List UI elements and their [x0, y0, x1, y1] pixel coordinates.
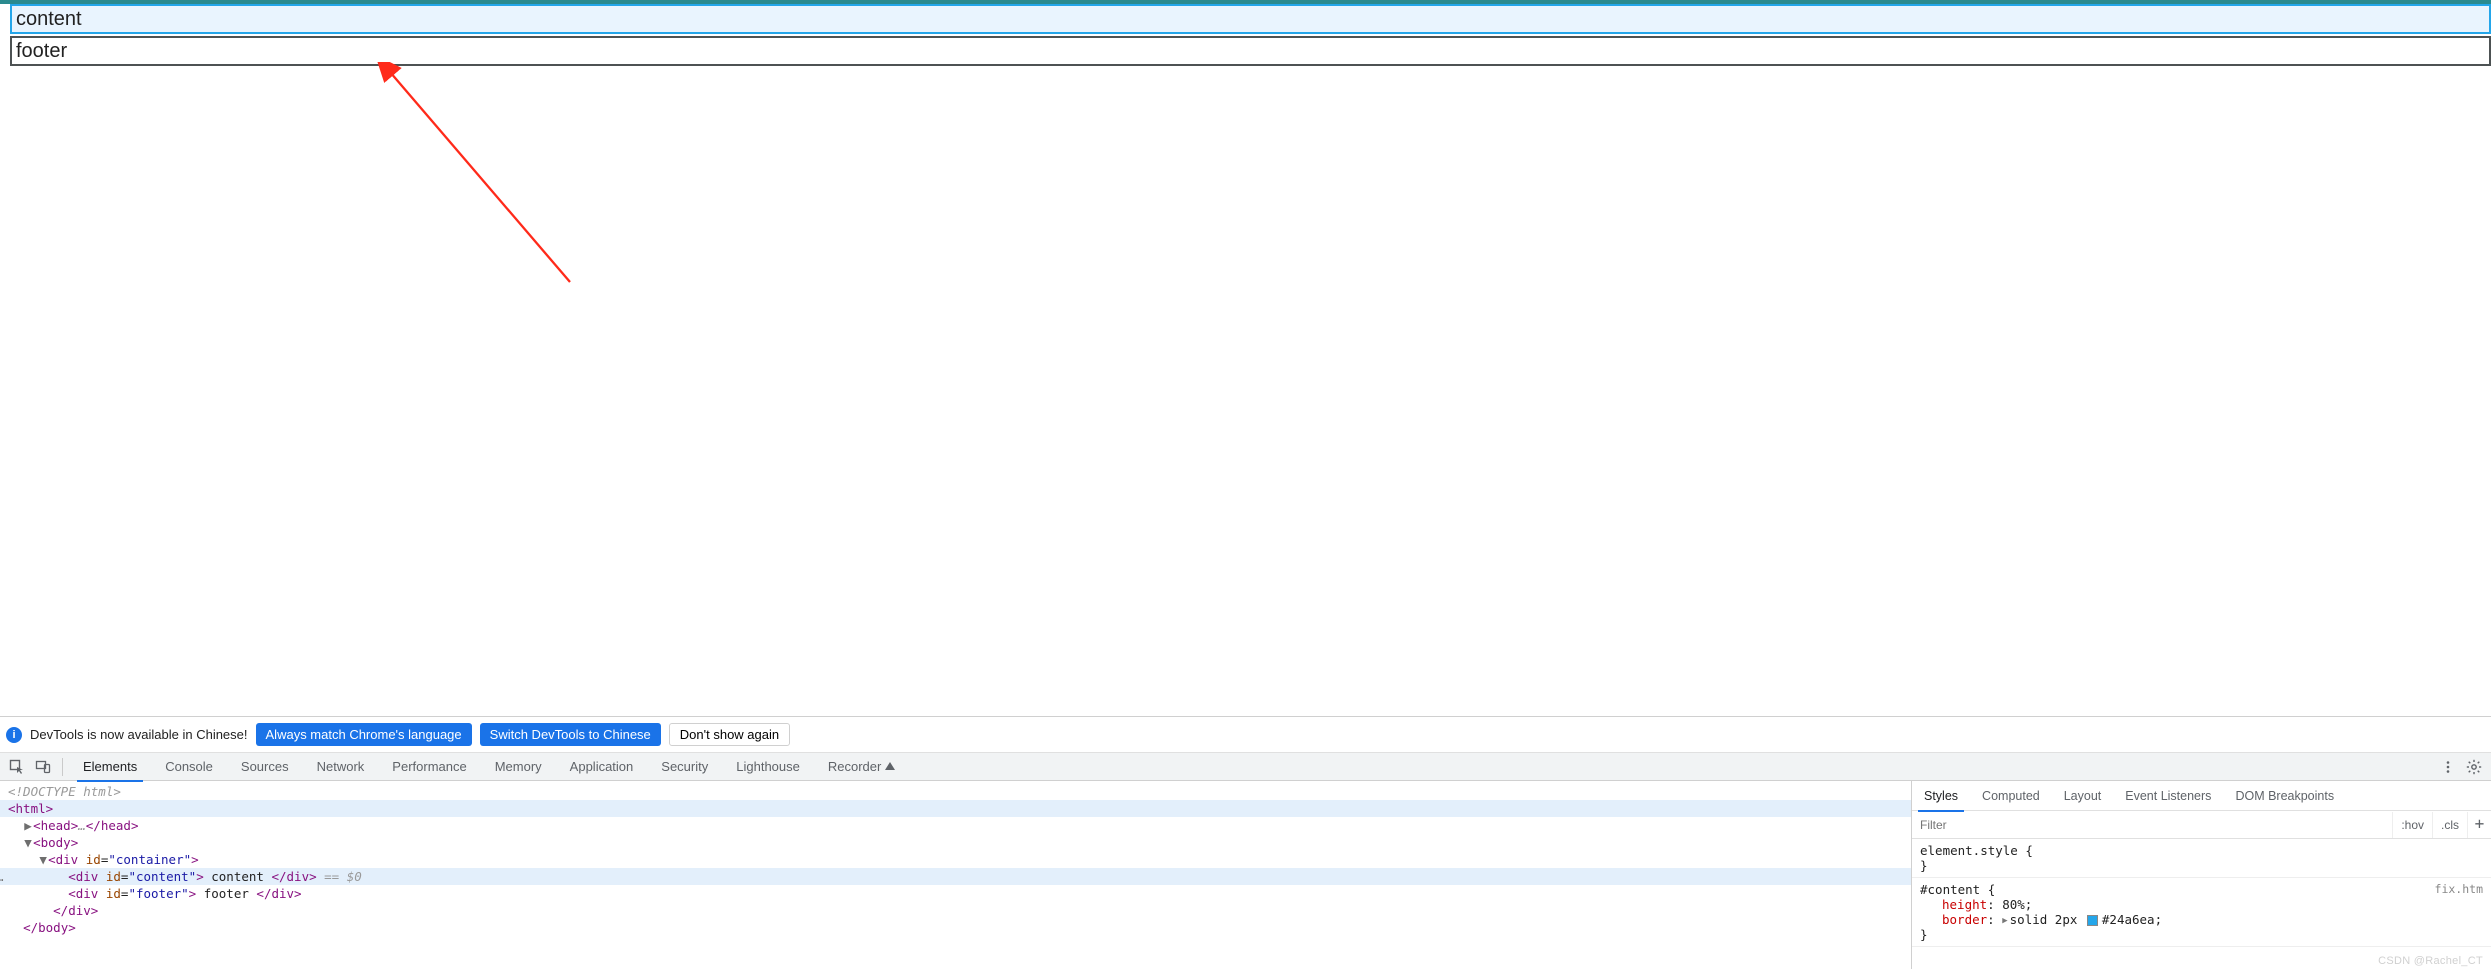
hov-toggle[interactable]: :hov	[2392, 812, 2432, 838]
styles-side-tabs: Styles Computed Layout Event Listeners D…	[1912, 781, 2491, 811]
element-style-rule[interactable]: element.style { }	[1912, 839, 2491, 878]
styles-filter-input[interactable]	[1912, 812, 2392, 838]
tab-application[interactable]: Application	[556, 753, 648, 781]
side-tab-dom-breakpoints[interactable]: DOM Breakpoints	[2223, 781, 2346, 811]
device-toggle-icon[interactable]	[34, 758, 52, 776]
side-tab-computed[interactable]: Computed	[1970, 781, 2052, 811]
side-tab-styles[interactable]: Styles	[1912, 781, 1970, 811]
side-tab-layout[interactable]: Layout	[2052, 781, 2114, 811]
tab-recorder[interactable]: Recorder	[814, 753, 909, 781]
dom-doctype[interactable]: <!DOCTYPE html>	[0, 783, 1911, 800]
dom-body-open[interactable]: ▼<body>	[0, 834, 1911, 851]
devtools-panel: i DevTools is now available in Chinese! …	[0, 716, 2491, 969]
expand-shorthand-icon[interactable]: ▶	[2002, 916, 2007, 926]
more-tools-icon[interactable]	[2435, 754, 2461, 780]
footer-box[interactable]: footer	[10, 36, 2491, 66]
dom-body-close[interactable]: </body>	[0, 919, 1911, 936]
toolbar-separator	[62, 758, 63, 776]
content-css-rule[interactable]: fix.htm #content { height: 80%; border: …	[1912, 878, 2491, 947]
new-style-rule-button[interactable]: +	[2467, 812, 2491, 838]
dom-tree[interactable]: <!DOCTYPE html> <html> ▶<head>…</head> ▼…	[0, 781, 1911, 969]
dom-footer-node[interactable]: <div id="footer"> footer </div>	[0, 885, 1911, 902]
switch-language-button[interactable]: Switch DevTools to Chinese	[480, 723, 661, 746]
tab-sources[interactable]: Sources	[227, 753, 303, 781]
tab-memory[interactable]: Memory	[481, 753, 556, 781]
tab-security[interactable]: Security	[647, 753, 722, 781]
page-area: content footer	[0, 0, 2491, 716]
devtools-tabs: Elements Console Sources Network Perform…	[0, 753, 2491, 781]
tab-elements[interactable]: Elements	[69, 753, 151, 781]
css-prop-height[interactable]: height: 80%;	[1920, 897, 2483, 912]
dom-content-node[interactable]: <div id="content"> content </div> == $0	[0, 868, 1911, 885]
tab-performance[interactable]: Performance	[378, 753, 480, 781]
dom-container-close[interactable]: </div>	[0, 902, 1911, 919]
devtools-panes: <!DOCTYPE html> <html> ▶<head>…</head> ▼…	[0, 781, 2491, 969]
info-icon: i	[6, 727, 22, 743]
language-bar: i DevTools is now available in Chinese! …	[0, 717, 2491, 753]
annotation-arrow	[370, 62, 600, 292]
tab-lighthouse[interactable]: Lighthouse	[722, 753, 814, 781]
dom-container-open[interactable]: ▼<div id="container">	[0, 851, 1911, 868]
gear-icon[interactable]	[2461, 754, 2487, 780]
tab-network[interactable]: Network	[303, 753, 379, 781]
rule-source-link[interactable]: fix.htm	[2435, 882, 2483, 896]
language-message: DevTools is now available in Chinese!	[30, 727, 248, 742]
dont-show-again-button[interactable]: Don't show again	[669, 723, 790, 746]
dom-head[interactable]: ▶<head>…</head>	[0, 817, 1911, 834]
css-prop-border[interactable]: border: ▶solid 2px #24a6ea;	[1920, 912, 2483, 927]
recorder-preview-icon	[885, 762, 895, 770]
content-box[interactable]: content	[10, 4, 2491, 34]
tab-console[interactable]: Console	[151, 753, 227, 781]
inspect-icon[interactable]	[8, 758, 26, 776]
always-match-button[interactable]: Always match Chrome's language	[256, 723, 472, 746]
color-swatch-icon[interactable]	[2087, 915, 2098, 926]
styles-filter-row: :hov .cls +	[1912, 811, 2491, 839]
styles-pane: Styles Computed Layout Event Listeners D…	[1911, 781, 2491, 969]
side-tab-event-listeners[interactable]: Event Listeners	[2113, 781, 2223, 811]
cls-toggle[interactable]: .cls	[2432, 812, 2467, 838]
dom-html-open[interactable]: <html>	[0, 800, 1911, 817]
